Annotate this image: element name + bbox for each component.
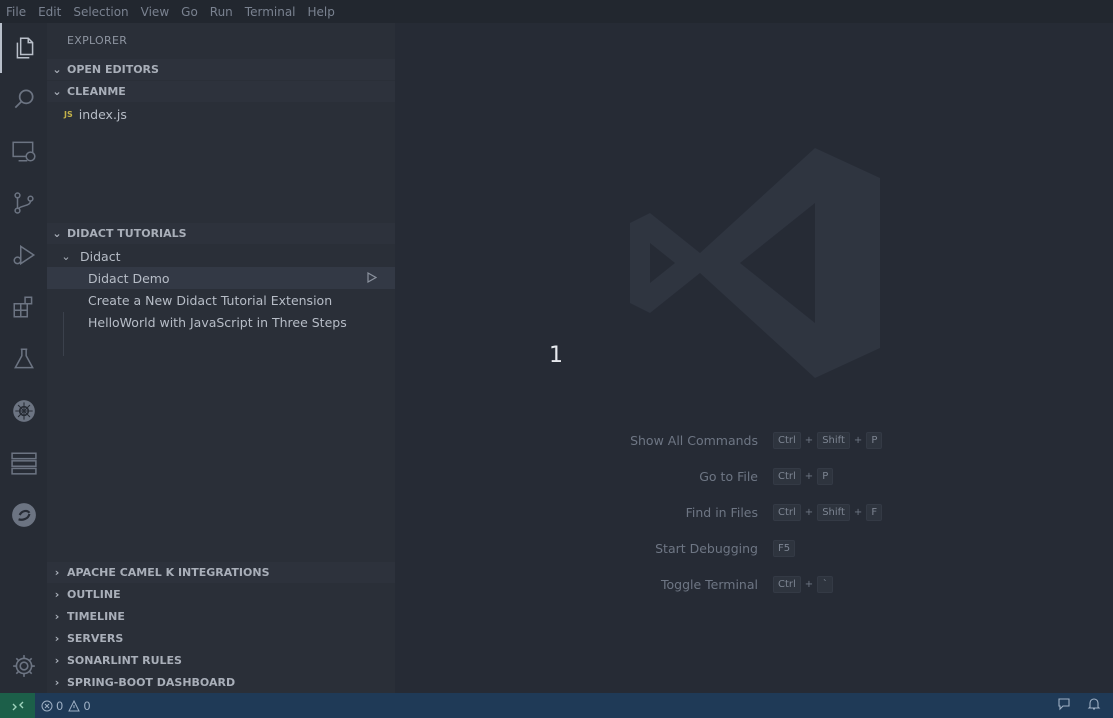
sonarlint-icon[interactable] <box>0 490 47 540</box>
key: Ctrl <box>773 432 801 449</box>
problems-indicator[interactable]: 0 0 <box>41 699 91 713</box>
menu-terminal[interactable]: Terminal <box>239 5 302 19</box>
shortcut-label: Toggle Terminal <box>661 577 758 592</box>
key: F <box>866 504 883 521</box>
file-name: index.js <box>78 106 127 122</box>
section-timeline[interactable]: › TIMELINE <box>47 606 395 627</box>
kubernetes-icon[interactable] <box>0 386 47 436</box>
file-item-index-js[interactable]: JS index.js <box>47 103 395 125</box>
chevron-right-icon: › <box>54 676 60 689</box>
files-icon[interactable] <box>0 23 47 73</box>
menu-edit[interactable]: Edit <box>32 5 67 19</box>
key: Shift <box>817 432 850 449</box>
activity-bar <box>0 23 47 693</box>
chevron-right-icon: › <box>54 654 60 667</box>
section-didact-label: DIDACT TUTORIALS <box>67 227 187 240</box>
notifications-bell-icon[interactable] <box>1087 697 1101 711</box>
testing-icon[interactable] <box>0 334 47 384</box>
menu-view[interactable]: View <box>135 5 175 19</box>
shortcut-label: Go to File <box>699 469 758 484</box>
chevron-down-icon: ⌄ <box>61 249 71 263</box>
error-icon <box>41 700 53 711</box>
key: Ctrl <box>773 468 801 485</box>
js-file-icon: JS <box>64 109 73 119</box>
extensions-icon[interactable] <box>0 282 47 332</box>
shortcut-find-in-files: Find in Files Ctrl + Shift + F <box>395 503 1113 523</box>
section-label: SERVERS <box>67 632 124 645</box>
run-debug-icon[interactable] <box>0 230 47 280</box>
tree-item-didact-demo[interactable]: Didact Demo <box>47 267 395 289</box>
tree-item-label: Didact Demo <box>88 270 170 286</box>
shortcut-go-to-file: Go to File Ctrl + P <box>395 467 1113 487</box>
shortcut-label: Show All Commands <box>630 433 758 448</box>
menu-go[interactable]: Go <box>175 5 204 19</box>
shortcut-label: Find in Files <box>685 505 758 520</box>
key: P <box>817 468 834 485</box>
menu-file[interactable]: File <box>0 5 32 19</box>
tree-group-label: Didact <box>80 248 121 264</box>
chevron-down-icon: ⌄ <box>52 227 62 240</box>
servers-icon[interactable] <box>0 438 47 488</box>
key: P <box>866 432 883 449</box>
tree-item-label: Create a New Didact Tutorial Extension <box>88 292 333 308</box>
section-label: OUTLINE <box>67 588 121 601</box>
section-outline[interactable]: › OUTLINE <box>47 584 395 605</box>
sidebar-title: EXPLORER <box>67 34 128 47</box>
shortcut-label: Start Debugging <box>655 541 758 556</box>
search-icon[interactable] <box>0 74 47 124</box>
section-open-editors-label: OPEN EDITORS <box>67 63 159 76</box>
shortcut-show-all-commands: Show All Commands Ctrl + Shift + P <box>395 431 1113 451</box>
tree-item-helloworld[interactable]: HelloWorld with JavaScript in Three Step… <box>47 311 395 333</box>
section-servers[interactable]: › SERVERS <box>47 628 395 649</box>
menu-run[interactable]: Run <box>204 5 239 19</box>
error-count: 0 <box>56 698 64 713</box>
section-workspace[interactable]: ⌄ CLEANME <box>47 81 395 102</box>
section-sonarlint-rules[interactable]: › SONARLINT RULES <box>47 650 395 671</box>
menu-selection[interactable]: Selection <box>67 5 134 19</box>
shortcut-toggle-terminal: Toggle Terminal Ctrl + ` <box>395 575 1113 595</box>
chevron-right-icon: › <box>54 588 60 601</box>
remote-explorer-icon[interactable] <box>0 126 47 176</box>
warning-count: 0 <box>83 698 91 713</box>
feedback-icon[interactable] <box>1057 697 1071 711</box>
section-camel-k[interactable]: › APACHE CAMEL K INTEGRATIONS <box>47 562 395 583</box>
shortcut-start-debugging: Start Debugging F5 <box>395 539 1113 559</box>
key: F5 <box>773 540 796 557</box>
section-label: SONARLINT RULES <box>67 654 182 667</box>
section-spring-boot-dashboard[interactable]: › SPRING-BOOT DASHBOARD <box>47 672 395 693</box>
play-icon[interactable] <box>367 271 378 286</box>
tree-item-create-extension[interactable]: Create a New Didact Tutorial Extension <box>47 289 395 311</box>
section-label: SPRING-BOOT DASHBOARD <box>67 676 236 689</box>
explorer-sidebar: EXPLORER ⌄ OPEN EDITORS ⌄ CLEANME JS ind… <box>47 23 395 693</box>
key: ` <box>817 576 834 593</box>
tree-group-didact[interactable]: ⌄ Didact <box>47 245 395 267</box>
chevron-right-icon: › <box>54 610 60 623</box>
remote-indicator[interactable] <box>0 693 35 718</box>
status-bar: 0 0 <box>0 693 1113 718</box>
vscode-watermark-logo <box>630 143 880 387</box>
overlay-step-number: 1 <box>549 343 563 368</box>
section-open-editors[interactable]: ⌄ OPEN EDITORS <box>47 59 395 80</box>
remote-icon <box>12 701 23 710</box>
settings-gear-icon[interactable] <box>0 641 47 691</box>
section-didact-tutorials[interactable]: ⌄ DIDACT TUTORIALS <box>47 223 395 244</box>
key: Ctrl <box>773 576 801 593</box>
menu-bar: File Edit Selection View Go Run Terminal… <box>0 0 1113 23</box>
warning-icon <box>68 699 81 711</box>
chevron-down-icon: ⌄ <box>52 63 62 76</box>
editor-area[interactable]: 1 Show All Commands Ctrl + Shift + P Go to… <box>395 23 1113 693</box>
key: Ctrl <box>773 504 801 521</box>
chevron-right-icon: › <box>54 566 60 579</box>
chevron-down-icon: ⌄ <box>52 85 62 98</box>
key: Shift <box>817 504 850 521</box>
chevron-right-icon: › <box>54 632 60 645</box>
source-control-icon[interactable] <box>0 178 47 228</box>
section-label: TIMELINE <box>67 610 125 623</box>
section-workspace-label: CLEANME <box>67 85 126 98</box>
menu-help[interactable]: Help <box>302 5 341 19</box>
section-label: APACHE CAMEL K INTEGRATIONS <box>67 566 270 579</box>
tree-item-label: HelloWorld with JavaScript in Three Step… <box>88 314 347 330</box>
